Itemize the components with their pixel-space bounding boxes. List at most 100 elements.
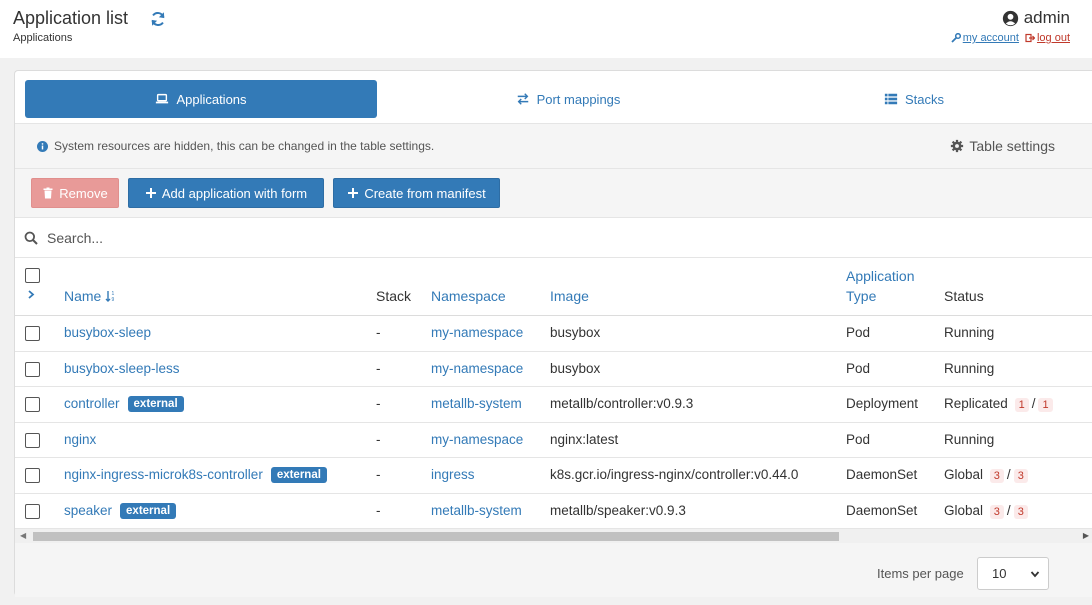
- chevron-right-icon[interactable]: [28, 290, 35, 299]
- create-from-manifest-button[interactable]: Create from manifest: [333, 178, 500, 208]
- table-header: Name 1 9 Stack Namespace Image Applicati…: [15, 258, 1092, 316]
- namespace-link[interactable]: ingress: [431, 467, 475, 482]
- row-checkbox[interactable]: [25, 326, 40, 341]
- scroll-right-arrow-icon[interactable]: ▶: [1083, 531, 1089, 540]
- row-checkbox[interactable]: [25, 468, 40, 483]
- image-cell: k8s.gcr.io/ingress-nginx/controller:v0.4…: [550, 467, 799, 482]
- status-text: Global: [944, 502, 984, 518]
- tab-port-mappings-label: Port mappings: [536, 91, 621, 107]
- laptop-icon: [156, 93, 169, 104]
- table-row: busybox-sleep-less - my-namespace busybo…: [15, 352, 1092, 387]
- image-cell: busybox: [550, 325, 601, 340]
- sort-asc-icon: 1 9: [105, 291, 115, 303]
- column-image[interactable]: Image: [550, 288, 589, 304]
- app-name-cell: busybox-sleep-less: [64, 361, 180, 376]
- table-row: nginx - my-namespace nginx:latest Pod Ru…: [15, 423, 1092, 458]
- external-badge: external: [127, 396, 184, 412]
- total-count-badge: 1: [1038, 398, 1053, 412]
- chevron-down-icon: [1030, 571, 1040, 578]
- remove-button[interactable]: Remove: [31, 178, 119, 208]
- namespace-link[interactable]: metallb-system: [431, 503, 522, 518]
- running-count-badge: 3: [989, 504, 1004, 519]
- column-namespace[interactable]: Namespace: [431, 288, 506, 304]
- tab-applications[interactable]: Applications: [25, 80, 377, 118]
- applications-panel: Applications Port mappings Stacks System…: [14, 70, 1092, 597]
- horizontal-scrollbar[interactable]: ◀ ▶: [15, 529, 1092, 543]
- top-bar: Application list Applications admin my a…: [0, 0, 1092, 58]
- row-checkbox[interactable]: [25, 361, 40, 377]
- table-settings-button[interactable]: Table settings: [950, 138, 1055, 154]
- image-cell: nginx:latest: [550, 431, 619, 447]
- info-bar: System resources are hidden, this can be…: [15, 123, 1092, 169]
- scroll-left-arrow-icon[interactable]: ◀: [20, 531, 26, 540]
- tab-bar: Applications Port mappings Stacks: [25, 80, 1092, 118]
- app-name-link[interactable]: nginx: [64, 432, 96, 447]
- username: admin: [1023, 8, 1070, 27]
- refresh-icon[interactable]: [149, 10, 167, 28]
- add-application-button[interactable]: Add application with form: [128, 178, 324, 208]
- remove-label: Remove: [59, 185, 108, 201]
- log-out-link[interactable]: log out: [1025, 32, 1070, 44]
- add-application-label: Add application with form: [161, 185, 308, 201]
- tab-stacks-label: Stacks: [904, 91, 944, 107]
- my-account-link[interactable]: my account: [951, 32, 1019, 44]
- image-cell: metallb/speaker:v0.9.3: [550, 502, 686, 518]
- sign-out-icon: [1025, 33, 1035, 43]
- count-separator: /: [1031, 396, 1036, 411]
- stack-cell: -: [376, 467, 381, 482]
- log-out-label: log out: [1036, 32, 1070, 44]
- namespace-link[interactable]: my-namespace: [431, 432, 523, 447]
- account-links: my account log out: [951, 32, 1070, 44]
- app-name-cell: busybox-sleep: [64, 325, 151, 340]
- namespace-link[interactable]: metallb-system: [431, 396, 522, 411]
- table-row: controller external - metallb-system meta…: [15, 387, 1092, 423]
- scrollbar-thumb[interactable]: [33, 532, 839, 541]
- status-text: Running: [944, 431, 995, 447]
- row-checkbox[interactable]: [25, 397, 40, 412]
- select-all-checkbox[interactable]: [25, 268, 40, 283]
- tab-stacks[interactable]: Stacks: [759, 80, 1069, 118]
- app-name-link[interactable]: controller: [64, 396, 120, 411]
- column-stack[interactable]: Stack: [376, 288, 411, 304]
- user-block: admin: [1002, 8, 1070, 28]
- stack-cell: -: [376, 431, 381, 447]
- status-text: Global: [944, 467, 984, 482]
- row-checkbox[interactable]: [25, 503, 40, 519]
- items-per-page-label: Items per page: [877, 566, 964, 581]
- external-badge: external: [120, 502, 177, 519]
- total-count-badge: 3: [1013, 469, 1028, 483]
- app-name-link[interactable]: speaker: [64, 503, 112, 518]
- total-count-badge: 3: [1013, 504, 1028, 519]
- page-title: Application list: [13, 8, 129, 28]
- table-row: busybox-sleep - my-namespace busybox Pod…: [15, 316, 1092, 352]
- app-name-link[interactable]: busybox-sleep: [64, 325, 151, 340]
- items-per-page-select[interactable]: 10: [977, 557, 1049, 590]
- status-cell: Replicated 1/1: [944, 396, 1056, 412]
- info-text: System resources are hidden, this can be…: [54, 139, 435, 153]
- stack-cell: -: [376, 325, 381, 340]
- table-footer: Items per page 10: [15, 543, 1092, 597]
- column-status[interactable]: Status: [944, 288, 984, 304]
- image-cell: busybox: [550, 360, 601, 376]
- column-name[interactable]: Name 1 9: [64, 288, 117, 304]
- stack-cell: -: [376, 360, 381, 376]
- app-name-link[interactable]: nginx-ingress-microk8s-controller: [64, 467, 263, 482]
- list-icon: [884, 93, 898, 105]
- type-cell: DaemonSet: [846, 502, 918, 518]
- namespace-link[interactable]: my-namespace: [431, 325, 523, 340]
- app-name-link[interactable]: busybox-sleep-less: [64, 361, 180, 376]
- type-cell: Pod: [846, 325, 871, 340]
- stack-cell: -: [376, 396, 381, 411]
- create-from-manifest-label: Create from manifest: [364, 185, 486, 201]
- exchange-icon: [517, 93, 528, 105]
- column-application-type-line1: Application: [846, 268, 915, 284]
- tab-port-mappings[interactable]: Port mappings: [377, 80, 759, 118]
- column-application-type[interactable]: Application Type: [846, 268, 915, 304]
- search-input[interactable]: [45, 225, 645, 251]
- user-circle-icon: [1002, 10, 1018, 26]
- running-count-badge: 3: [989, 469, 1004, 483]
- namespace-link[interactable]: my-namespace: [431, 361, 523, 376]
- row-checkbox[interactable]: [25, 432, 40, 448]
- app-name-cell: nginx-ingress-microk8s-controller externa…: [64, 467, 327, 483]
- image-cell: metallb/controller:v0.9.3: [550, 396, 694, 411]
